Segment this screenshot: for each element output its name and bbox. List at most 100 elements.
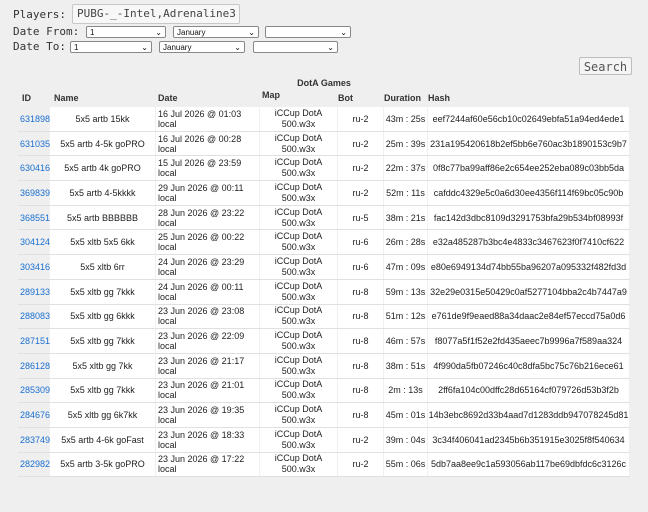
game-hash: 2ff6fa104c00dffc28d65164cf079726d53b3f2b: [438, 385, 619, 396]
game-id-link-cell: 631035: [18, 131, 50, 156]
game-duration: 22m : 37s: [385, 163, 426, 174]
game-date-cell: 16 Jul 2026 @ 00:28 local: [156, 131, 260, 156]
game-date: 16 Jul 2026 @ 00:28 local: [158, 133, 242, 154]
header-bot: Bot: [338, 93, 353, 103]
table-row: 631898 5x5 artb 15kk 16 Jul 2026 @ 01:03 l…: [18, 107, 630, 132]
game-hash-cell: 0f8c77ba99aff86e2c654ee252eba089c03bb5da: [428, 156, 630, 181]
game-id-link[interactable]: 368551: [18, 213, 50, 223]
date-to-year-select[interactable]: ⌄: [253, 41, 338, 53]
game-name-cell: 5x5 xltb gg 7kkk: [50, 378, 156, 403]
game-hash: fac142d3dbc8109d3291753bfa29b534bf08993f: [433, 212, 624, 223]
game-bot-cell: ru-8: [338, 403, 384, 427]
game-name: 5x5 artb 3-5k goPRO: [60, 459, 145, 470]
game-bot: ru-2: [352, 113, 369, 124]
game-date: 23 Jun 2026 @ 19:35 local: [158, 405, 245, 426]
game-date-cell: 16 Jul 2026 @ 01:03 local: [156, 107, 260, 131]
game-id-link[interactable]: 286128: [18, 361, 50, 371]
search-button[interactable]: Search: [579, 57, 632, 75]
game-id-link[interactable]: 304124: [18, 237, 50, 247]
game-name-cell: 5x5 artb 15kk: [50, 107, 156, 131]
date-from-year-select[interactable]: ⌄: [265, 26, 351, 38]
chevron-down-icon: ⌄: [327, 43, 334, 52]
game-date: 23 Jun 2026 @ 17:22 local: [158, 454, 245, 475]
game-id-link[interactable]: 631898: [18, 114, 50, 124]
game-id-link[interactable]: 630416: [18, 163, 50, 173]
table-header: ID Name Date Map Bot Duration Hash: [18, 90, 630, 107]
date-to-month-select[interactable]: January ⌄: [159, 41, 245, 53]
game-hash-cell: fac142d3dbc8109d3291753bfa29b534bf08993f: [428, 205, 630, 230]
game-id-link[interactable]: 369839: [18, 188, 50, 198]
game-map: iCCup DotA 500.w3x: [274, 132, 323, 154]
game-id-link-cell: 287151: [18, 329, 50, 353]
game-duration-cell: 43m : 25s: [384, 107, 428, 131]
game-bot-cell: ru-5: [338, 205, 384, 230]
game-hash-cell: e80e6949134d74bb55ba96207a095332f482fd3d: [428, 255, 630, 279]
game-hash-cell: 231a195420618b2ef5bb6e760ac3b1890153c9b7: [428, 131, 630, 156]
game-duration-cell: 55m : 06s: [384, 452, 428, 477]
table-row: 304124 5x5 xltb 5x5 6kk 25 Jun 2026 @ 00:2…: [18, 230, 630, 256]
game-hash: 0f8c77ba99aff86e2c654ee252eba089c03bb5da: [432, 163, 625, 174]
game-name-cell: 5x5 artb 3-5k goPRO: [50, 452, 156, 477]
game-duration-cell: 46m : 57s: [384, 329, 428, 353]
players-input[interactable]: PUBG-_-Intel,Adrenaline3: [71, 4, 240, 24]
date-from-day-value: 1: [90, 28, 95, 37]
game-id-link[interactable]: 284676: [18, 410, 50, 420]
date-from-day-select[interactable]: 1 ⌄: [86, 26, 166, 38]
game-bot: ru-2: [352, 459, 369, 470]
game-name-cell: 5x5 xltb gg 6kkk: [50, 304, 156, 329]
chevron-down-icon: ⌄: [340, 28, 347, 37]
game-id-link[interactable]: 631035: [18, 139, 50, 149]
date-from-label: Date From:: [13, 25, 80, 38]
game-map: iCCup DotA 500.w3x: [274, 354, 323, 376]
game-name: 5x5 xltb gg 6k7kk: [67, 410, 138, 421]
date-from-month-select[interactable]: January ⌄: [173, 26, 259, 38]
game-id-link[interactable]: 285309: [18, 385, 50, 395]
game-id-link[interactable]: 288083: [18, 311, 50, 321]
game-map-cell: iCCup DotA 500.w3x: [260, 304, 338, 329]
game-date-cell: 23 Jun 2026 @ 18:33 local: [156, 427, 260, 452]
game-id-link[interactable]: 287151: [18, 336, 50, 346]
game-id-link[interactable]: 289133: [18, 287, 50, 297]
game-name-cell: 5x5 artb 4-6k goFast: [50, 427, 156, 452]
table-row: 283749 5x5 artb 4-6k goFast 23 Jun 2026 @ …: [18, 427, 630, 453]
game-duration-cell: 39m : 04s: [384, 427, 428, 452]
game-duration-cell: 51m : 12s: [384, 304, 428, 329]
game-map: iCCup DotA 500.w3x: [274, 305, 323, 327]
game-duration-cell: 38m : 51s: [384, 353, 428, 378]
game-id-link[interactable]: 303416: [18, 262, 50, 272]
game-map: iCCup DotA 500.w3x: [274, 379, 323, 401]
game-map-cell: iCCup DotA 500.w3x: [260, 353, 338, 378]
game-duration: 51m : 12s: [385, 311, 426, 322]
game-id-link[interactable]: 282982: [18, 459, 50, 469]
game-bot-cell: ru-8: [338, 329, 384, 353]
game-hash: 5db7aa8ee9c1a593056ab117be69dbfdc6c3126c: [430, 459, 627, 470]
chevron-down-icon: ⌄: [141, 43, 148, 52]
players-label: Players:: [13, 7, 66, 21]
game-duration: 43m : 25s: [385, 113, 426, 124]
date-to-day-value: 1: [74, 43, 79, 52]
game-date-cell: 23 Jun 2026 @ 23:08 local: [156, 304, 260, 329]
game-date: 24 Jun 2026 @ 00:11 local: [158, 281, 244, 302]
game-bot: ru-8: [352, 410, 369, 421]
game-name: 5x5 xltb gg 7kkk: [70, 286, 135, 297]
header-id: ID: [22, 93, 31, 103]
table-row: 286128 5x5 xltb gg 7kk 23 Jun 2026 @ 21:17…: [18, 353, 630, 379]
game-hash: 32e29e0315e50429c0af5277104bba2c4b7447a9: [430, 286, 627, 297]
game-map: iCCup DotA 500.w3x: [274, 330, 323, 352]
game-date: 16 Jul 2026 @ 01:03 local: [158, 108, 242, 129]
game-id-link[interactable]: 283749: [18, 435, 50, 445]
date-to-day-select[interactable]: 1 ⌄: [70, 41, 152, 53]
game-hash-cell: e761de9f9eaed88a34daac2e84ef57eccd75a0d6: [428, 304, 630, 329]
game-name: 5x5 artb 4-5kkkk: [69, 187, 136, 198]
game-id-link-cell: 304124: [18, 230, 50, 255]
game-name: 5x5 artb BBBBBB: [66, 212, 139, 223]
game-name: 5x5 xltb gg 7kkk: [70, 385, 135, 396]
game-map-cell: iCCup DotA 500.w3x: [260, 378, 338, 403]
game-id-link-cell: 282982: [18, 452, 50, 477]
table-caption: DotA Games: [297, 78, 351, 88]
game-date: 29 Jun 2026 @ 00:11 local: [158, 182, 244, 203]
game-duration: 2m : 13s: [388, 385, 423, 396]
date-to-label: Date To:: [13, 40, 66, 53]
game-duration-cell: 52m : 11s: [384, 181, 428, 205]
game-date-cell: 23 Jun 2026 @ 21:17 local: [156, 353, 260, 378]
